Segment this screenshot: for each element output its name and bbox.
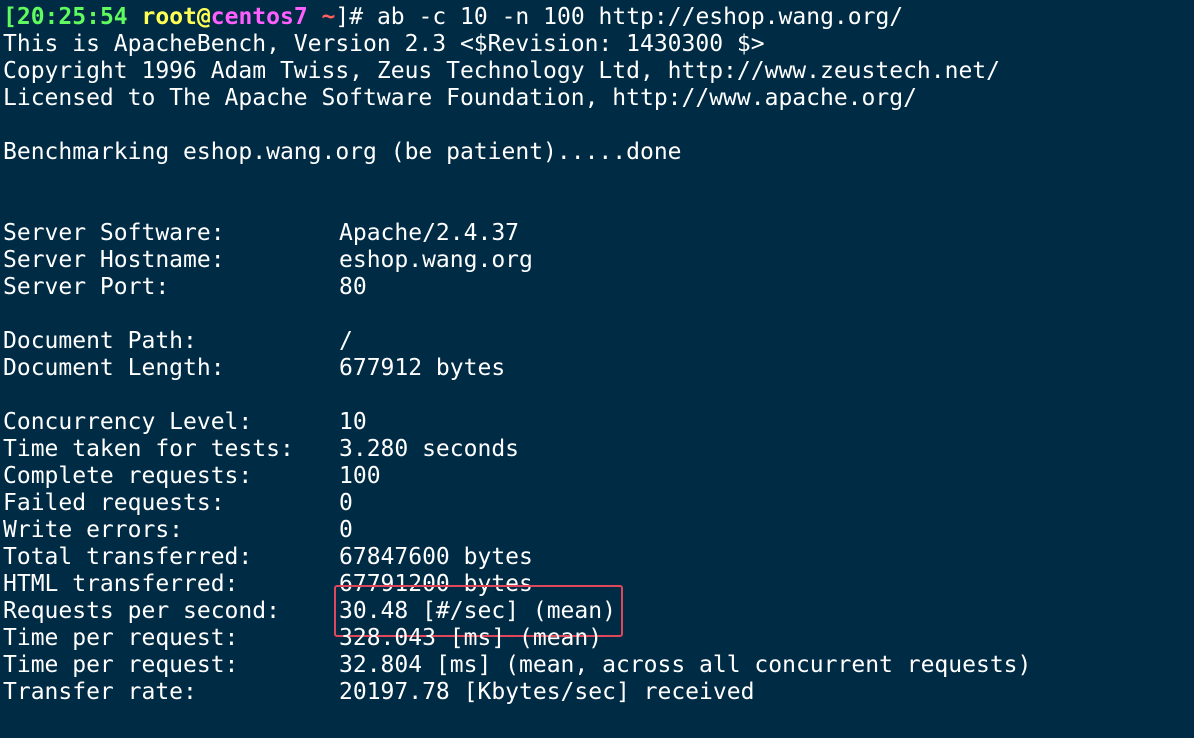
- result-key: Document Path:: [3, 328, 197, 354]
- result-row-write-errors: Write errors: 0: [3, 517, 1031, 544]
- result-row-total-transferred: Total transferred: 67847600 bytes: [3, 544, 1031, 571]
- result-row-time-per-request-concurrent: Time per request: 32.804 [ms] (mean, acro…: [3, 652, 1031, 679]
- result-key: Write errors:: [3, 517, 184, 543]
- result-row-time-per-request-mean: Time per request: 328.043 [ms] (mean): [3, 625, 1031, 652]
- result-row-failed-requests: Failed requests: 0: [3, 490, 1031, 517]
- result-key: Total transferred:: [3, 544, 253, 570]
- command-text: ab -c 10 -n 100 http://eshop.wang.org/: [363, 4, 904, 30]
- result-value: 67847600 bytes: [339, 544, 533, 570]
- prompt-user: root: [141, 4, 197, 30]
- header-line-version: This is ApacheBench, Version 2.3 <$Revis…: [3, 31, 765, 57]
- prompt-host: centos7: [210, 4, 308, 30]
- result-key: Time per request:: [3, 652, 239, 678]
- result-key: Server Software:: [3, 220, 225, 246]
- result-value: 3.280 seconds: [339, 436, 520, 462]
- result-value: eshop.wang.org: [339, 247, 533, 273]
- result-value: 328.043 [ms] (mean): [339, 625, 603, 651]
- result-key: Complete requests:: [3, 463, 253, 489]
- result-key: Server Hostname:: [3, 247, 225, 273]
- result-value: 100: [339, 463, 381, 489]
- prompt-time: 20:25:54: [16, 4, 128, 30]
- result-key: Server Port:: [3, 274, 170, 300]
- result-row-complete-requests: Complete requests: 100: [3, 463, 1031, 490]
- result-key: HTML transferred:: [3, 571, 239, 597]
- benchmarking-line: Benchmarking eshop.wang.org (be patient)…: [3, 139, 682, 165]
- result-row-server-port: Server Port: 80: [3, 274, 1031, 301]
- result-key: Transfer rate:: [3, 679, 197, 705]
- result-key: Time taken for tests:: [3, 436, 294, 462]
- terminal-window[interactable]: [20:25:54 root@centos7 ~]# ab -c 10 -n 1…: [0, 0, 1194, 738]
- result-row-document-length: Document Length: 677912 bytes: [3, 355, 1031, 382]
- result-key: Concurrency Level:: [3, 409, 253, 435]
- header-line-copyright: Copyright 1996 Adam Twiss, Zeus Technolo…: [3, 58, 1000, 84]
- prompt-path: ~: [321, 4, 336, 30]
- result-row-document-path: Document Path: /: [3, 328, 1031, 355]
- result-value: 0: [339, 517, 353, 543]
- result-key: Time per request:: [3, 625, 239, 651]
- result-row-time-taken: Time taken for tests: 3.280 seconds: [3, 436, 1031, 463]
- result-row-requests-per-second: Requests per second: 30.48 [#/sec] (mean): [3, 585, 1031, 637]
- result-row-server-software: Server Software: Apache/2.4.37: [3, 220, 1031, 247]
- result-row-transfer-rate: Transfer rate: 20197.78 [Kbytes/sec] rece…: [3, 679, 1031, 706]
- result-value: 80: [339, 274, 367, 300]
- terminal-output: [20:25:54 root@centos7 ~]# ab -c 10 -n 1…: [3, 4, 1031, 706]
- prompt-at: @: [196, 4, 211, 30]
- result-value: 20197.78 [Kbytes/sec] received: [339, 679, 755, 705]
- result-value: Apache/2.4.37: [339, 220, 520, 246]
- prompt-open-bracket: [: [3, 4, 17, 30]
- result-value: 677912 bytes: [339, 355, 506, 381]
- result-value-highlighted: 30.48 [#/sec] (mean): [334, 585, 623, 637]
- header-line-license: Licensed to The Apache Software Foundati…: [3, 85, 917, 111]
- result-row-server-hostname: Server Hostname: eshop.wang.org: [3, 247, 1031, 274]
- result-value: 32.804 [ms] (mean, across all concurrent…: [339, 652, 1032, 678]
- result-key: Failed requests:: [3, 490, 225, 516]
- result-value: /: [339, 328, 353, 354]
- result-row-concurrency-level: Concurrency Level: 10: [3, 409, 1031, 436]
- result-key: Document Length:: [3, 355, 225, 381]
- command-line: [20:25:54 root@centos7 ~]# ab -c 10 -n 1…: [3, 4, 1031, 31]
- result-value: 0: [339, 490, 353, 516]
- prompt-close: ]#: [335, 4, 364, 30]
- result-value: 10: [339, 409, 367, 435]
- result-key: Requests per second:: [3, 598, 280, 624]
